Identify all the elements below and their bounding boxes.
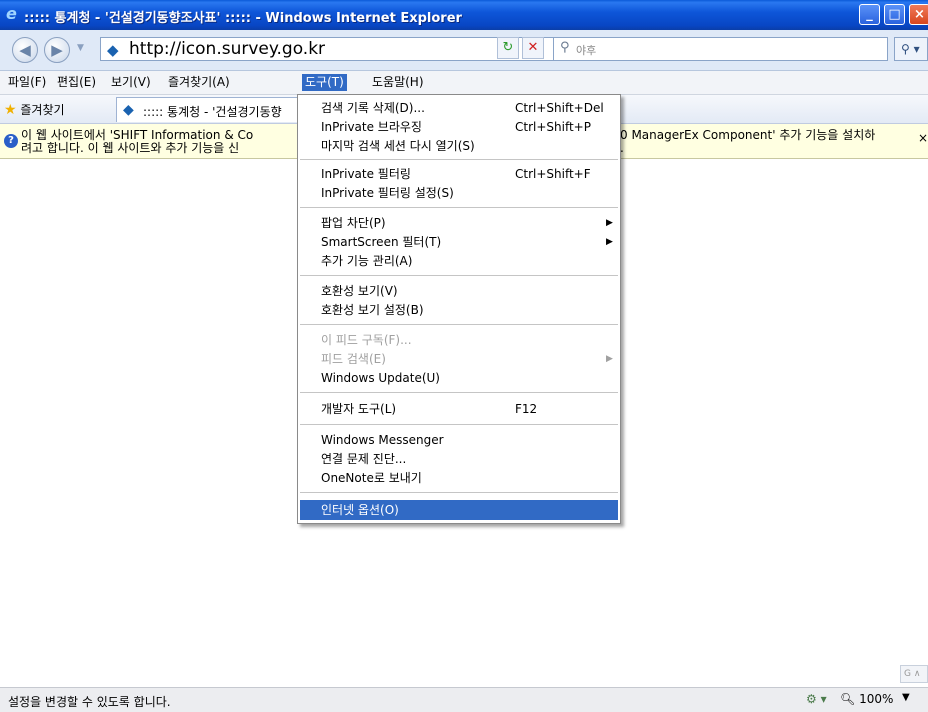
info-icon: ? [4,134,18,148]
menu-item-label: 호환성 보기(V) [321,284,398,298]
menu-item-subscribe-feed: 이 피드 구독(F)... [300,330,618,350]
zoom-icon: 🔍︎ [840,692,856,706]
menu-item-label: OneNote로 보내기 [321,471,422,485]
minimize-button[interactable]: _ [859,4,880,25]
menu-item-label: 개발자 도구(L) [321,402,397,416]
search-button[interactable]: ⚲ ▾ [894,37,928,61]
menu-tools[interactable]: 도구(T) [302,74,347,91]
stop-button[interactable]: ✕ [522,37,544,59]
tools-menu: 검색 기록 삭제(D)... Ctrl+Shift+Del InPrivate 브… [297,94,621,524]
infobar-close-icon[interactable]: × [918,132,928,145]
zoom-dropdown-icon[interactable]: ▼ [902,692,910,703]
close-window-button[interactable]: × [909,4,928,25]
menu-separator [300,392,618,393]
menu-item-inprivate-filtering-settings[interactable]: InPrivate 필터링 설정(S) [300,183,618,203]
tab-title: ::::: 통계청 - '건설경기동향 [143,105,282,119]
menu-item-label: InPrivate 필터링 설정(S) [321,186,454,200]
status-bar: 설정을 변경할 수 있도록 합니다. ⚙ ▾ 🔍︎ 100% ▼ [0,687,928,712]
window-title: ::::: 통계청 - '건설경기동향조사표' ::::: - Windows … [24,11,462,26]
zoom-level[interactable]: 🔍︎ 100% [840,692,893,706]
menu-item-label: 검색 기록 삭제(D)... [321,101,425,115]
menu-edit[interactable]: 편집(E) [54,74,99,91]
forward-button[interactable]: ▶ [44,37,70,63]
infobar-text-line2: 려고 합니다. 이 웹 사이트와 추가 기능을 신 [21,141,240,155]
menu-item-label: SmartScreen 필터(T) [321,235,442,249]
menu-separator [300,207,618,208]
menu-bar: 파일(F) 편집(E) 보기(V) 즐겨찾기(A) 도구(T) 도움말(H) [0,71,928,95]
menu-item-diagnose-connection[interactable]: 연결 문제 진단... [300,449,618,469]
search-input[interactable]: ⚲ 야후 [553,37,888,61]
menu-item-label: InPrivate 브라우징 [321,120,422,134]
menu-separator [300,492,618,493]
menu-item-label: 팝업 차단(P) [321,216,386,230]
submenu-arrow-icon: ▶ [606,354,613,364]
menu-item-send-to-onenote[interactable]: OneNote로 보내기 [300,468,618,488]
menu-favorites[interactable]: 즐겨찾기(A) [165,74,233,91]
menu-item-label: 호환성 보기 설정(B) [321,303,424,317]
menu-help[interactable]: 도움말(H) [369,74,427,91]
menu-item-label: 추가 기능 관리(A) [321,254,413,268]
submenu-arrow-icon: ▶ [606,218,613,228]
menu-view[interactable]: 보기(V) [108,74,154,91]
address-toolbar: ◀ ▶ ▼ ◆ http://icon.survey.go.kr ▼ ↻ ✕ ⚲… [0,30,928,71]
security-zone-icon[interactable]: ⚙ ▾ [806,692,827,706]
search-icon: ⚲ [560,40,570,55]
submenu-arrow-icon: ▶ [606,237,613,247]
menu-item-shortcut: F12 [515,402,538,416]
menu-item-developer-tools[interactable]: 개발자 도구(L) F12 [300,399,618,419]
menu-item-compatibility-view[interactable]: 호환성 보기(V) [300,281,618,301]
site-favicon-icon: ◆ [107,41,119,59]
search-placeholder: 야후 [576,44,597,57]
minimize-icon: _ [866,7,873,22]
menu-item-shortcut: Ctrl+Shift+Del [515,101,604,115]
title-bar: e ::::: 통계청 - '건설경기동향조사표' ::::: - Window… [0,0,928,30]
favorites-label: 즐겨찾기 [20,103,65,117]
status-text: 설정을 변경할 수 있도록 합니다. [8,695,171,709]
menu-item-smartscreen[interactable]: SmartScreen 필터(T) ▶ [300,232,618,252]
menu-item-manage-addons[interactable]: 추가 기능 관리(A) [300,251,618,271]
menu-item-shortcut: Ctrl+Shift+P [515,120,591,134]
menu-item-inprivate-browsing[interactable]: InPrivate 브라우징 Ctrl+Shift+P [300,117,618,137]
menu-item-windows-update[interactable]: Windows Update(U) [300,368,618,388]
menu-item-shortcut: Ctrl+Shift+F [515,167,591,181]
menu-item-internet-options[interactable]: 인터넷 옵션(O) [300,500,618,520]
menu-item-label: Windows Messenger [321,433,444,447]
menu-separator [300,275,618,276]
site-favicon-icon: ◆ [123,102,134,118]
tab-current[interactable]: ◆ ::::: 통계청 - '건설경기동향 [116,97,306,122]
maximize-icon: □ [888,7,901,22]
menu-item-popup-blocker[interactable]: 팝업 차단(P) ▶ [300,213,618,233]
ie-logo-icon: e [6,4,17,23]
maximize-button[interactable]: □ [884,4,905,25]
menu-item-feed-discovery: 피드 검색(E) ▶ [300,349,618,369]
refresh-button[interactable]: ↻ [497,37,519,59]
menu-item-label: 이 피드 구독(F)... [321,333,412,347]
menu-separator [300,424,618,425]
menu-file[interactable]: 파일(F) [5,74,49,91]
menu-item-label: 피드 검색(E) [321,352,386,366]
menu-item-label: Windows Update(U) [321,371,440,385]
address-url: http://icon.survey.go.kr [129,39,326,59]
star-icon: ★ [4,102,17,118]
menu-item-reopen-session[interactable]: 마지막 검색 세션 다시 열기(S) [300,136,618,156]
favorites-button[interactable]: ★ 즐겨찾기 [4,101,65,118]
menu-item-compatibility-settings[interactable]: 호환성 보기 설정(B) [300,300,618,320]
menu-separator [300,159,618,160]
menu-item-label: 연결 문제 진단... [321,452,407,466]
menu-item-label: 마지막 검색 세션 다시 열기(S) [321,139,475,153]
back-button[interactable]: ◀ [12,37,38,63]
zoom-value: 100% [859,692,894,706]
menu-item-label: 인터넷 옵션(O) [321,503,399,517]
menu-item-label: InPrivate 필터링 [321,167,411,181]
menu-item-inprivate-filtering[interactable]: InPrivate 필터링 Ctrl+Shift+F [300,164,618,184]
scroll-corner-button[interactable]: G ∧ [900,665,928,683]
menu-separator [300,324,618,325]
menu-item-delete-history[interactable]: 검색 기록 삭제(D)... Ctrl+Shift+Del [300,98,618,118]
close-icon: × [914,7,925,22]
recent-pages-dropdown-icon[interactable]: ▼ [77,43,84,53]
infobar-text-line1-right: 0 ManagerEx Component' 추가 기능을 설치하 [620,128,876,142]
menu-item-windows-messenger[interactable]: Windows Messenger [300,430,618,450]
